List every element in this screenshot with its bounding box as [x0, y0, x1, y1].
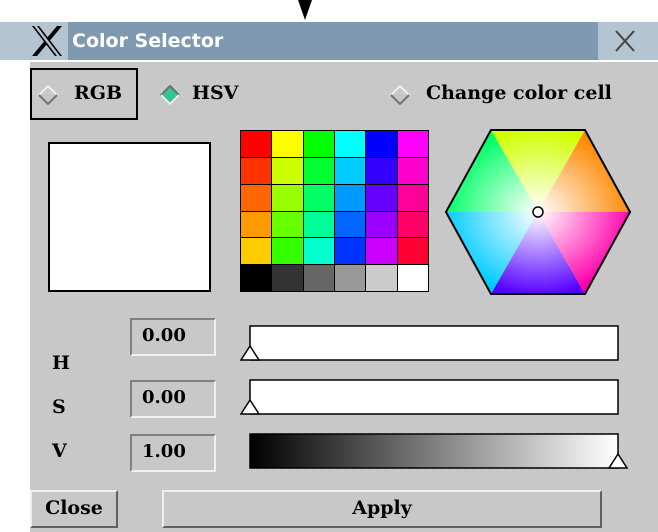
- h-slider[interactable]: [240, 324, 624, 364]
- s-slider[interactable]: [240, 378, 624, 418]
- palette-cell[interactable]: [335, 265, 366, 291]
- radio-change-color-cell-label: Change color cell: [426, 82, 612, 104]
- radio-hsv[interactable]: HSV: [158, 80, 258, 110]
- color-palette: [240, 130, 429, 292]
- palette-cell[interactable]: [241, 265, 272, 291]
- palette-cell[interactable]: [335, 184, 366, 211]
- hue-hexagon[interactable]: [444, 128, 632, 296]
- palette-cell[interactable]: [303, 131, 334, 157]
- palette-cell[interactable]: [241, 184, 272, 211]
- palette-cell[interactable]: [272, 265, 303, 291]
- palette-cell[interactable]: [335, 211, 366, 238]
- v-slider[interactable]: [240, 432, 634, 472]
- close-icon[interactable]: [608, 22, 642, 60]
- v-value-field[interactable]: 1.00: [130, 434, 216, 472]
- palette-cell[interactable]: [335, 238, 366, 265]
- palette-cell[interactable]: [397, 211, 428, 238]
- radio-rgb[interactable]: RGB: [36, 80, 132, 110]
- palette-cell[interactable]: [272, 131, 303, 157]
- palette-cell[interactable]: [272, 157, 303, 184]
- palette-cell[interactable]: [303, 238, 334, 265]
- palette-cell[interactable]: [397, 265, 428, 291]
- radio-change-color-cell[interactable]: Change color cell: [388, 80, 658, 110]
- radio-diamond-icon: [38, 85, 58, 105]
- palette-cell[interactable]: [241, 157, 272, 184]
- h-value-field[interactable]: 0.00: [130, 318, 216, 356]
- window-title: Color Selector: [68, 22, 598, 60]
- radio-diamond-selected-icon: [160, 85, 180, 105]
- palette-cell[interactable]: [366, 238, 397, 265]
- hue-cursor[interactable]: [532, 206, 544, 218]
- palette-cell[interactable]: [397, 184, 428, 211]
- palette-cell[interactable]: [272, 184, 303, 211]
- palette-cell[interactable]: [397, 157, 428, 184]
- v-label: V: [52, 440, 67, 462]
- close-button[interactable]: Close: [30, 490, 118, 528]
- palette-cell[interactable]: [241, 211, 272, 238]
- x-logo-icon: [32, 26, 62, 56]
- palette-cell[interactable]: [366, 131, 397, 157]
- palette-cell[interactable]: [335, 131, 366, 157]
- h-label: H: [52, 352, 70, 374]
- radio-hsv-label: HSV: [192, 82, 239, 104]
- s-label: S: [52, 396, 66, 418]
- palette-cell[interactable]: [303, 157, 334, 184]
- palette-cell[interactable]: [366, 265, 397, 291]
- palette-cell[interactable]: [366, 184, 397, 211]
- radio-diamond-icon: [390, 85, 410, 105]
- apply-button[interactable]: Apply: [162, 490, 602, 528]
- palette-cell[interactable]: [397, 238, 428, 265]
- palette-cell[interactable]: [303, 265, 334, 291]
- palette-cell[interactable]: [303, 184, 334, 211]
- current-color-swatch: [48, 142, 211, 292]
- palette-cell[interactable]: [272, 211, 303, 238]
- palette-cell[interactable]: [335, 157, 366, 184]
- palette-cell[interactable]: [241, 238, 272, 265]
- radio-rgb-label: RGB: [74, 82, 123, 104]
- color-selector-window: Color Selector RGB HSV Change color cell: [0, 0, 658, 532]
- palette-cell[interactable]: [303, 211, 334, 238]
- palette-cell[interactable]: [397, 131, 428, 157]
- palette-cell[interactable]: [366, 211, 397, 238]
- palette-cell[interactable]: [241, 131, 272, 157]
- palette-cell[interactable]: [272, 238, 303, 265]
- s-value-field[interactable]: 0.00: [130, 380, 216, 418]
- palette-cell[interactable]: [366, 157, 397, 184]
- pointer-arrow-icon: [298, 0, 312, 20]
